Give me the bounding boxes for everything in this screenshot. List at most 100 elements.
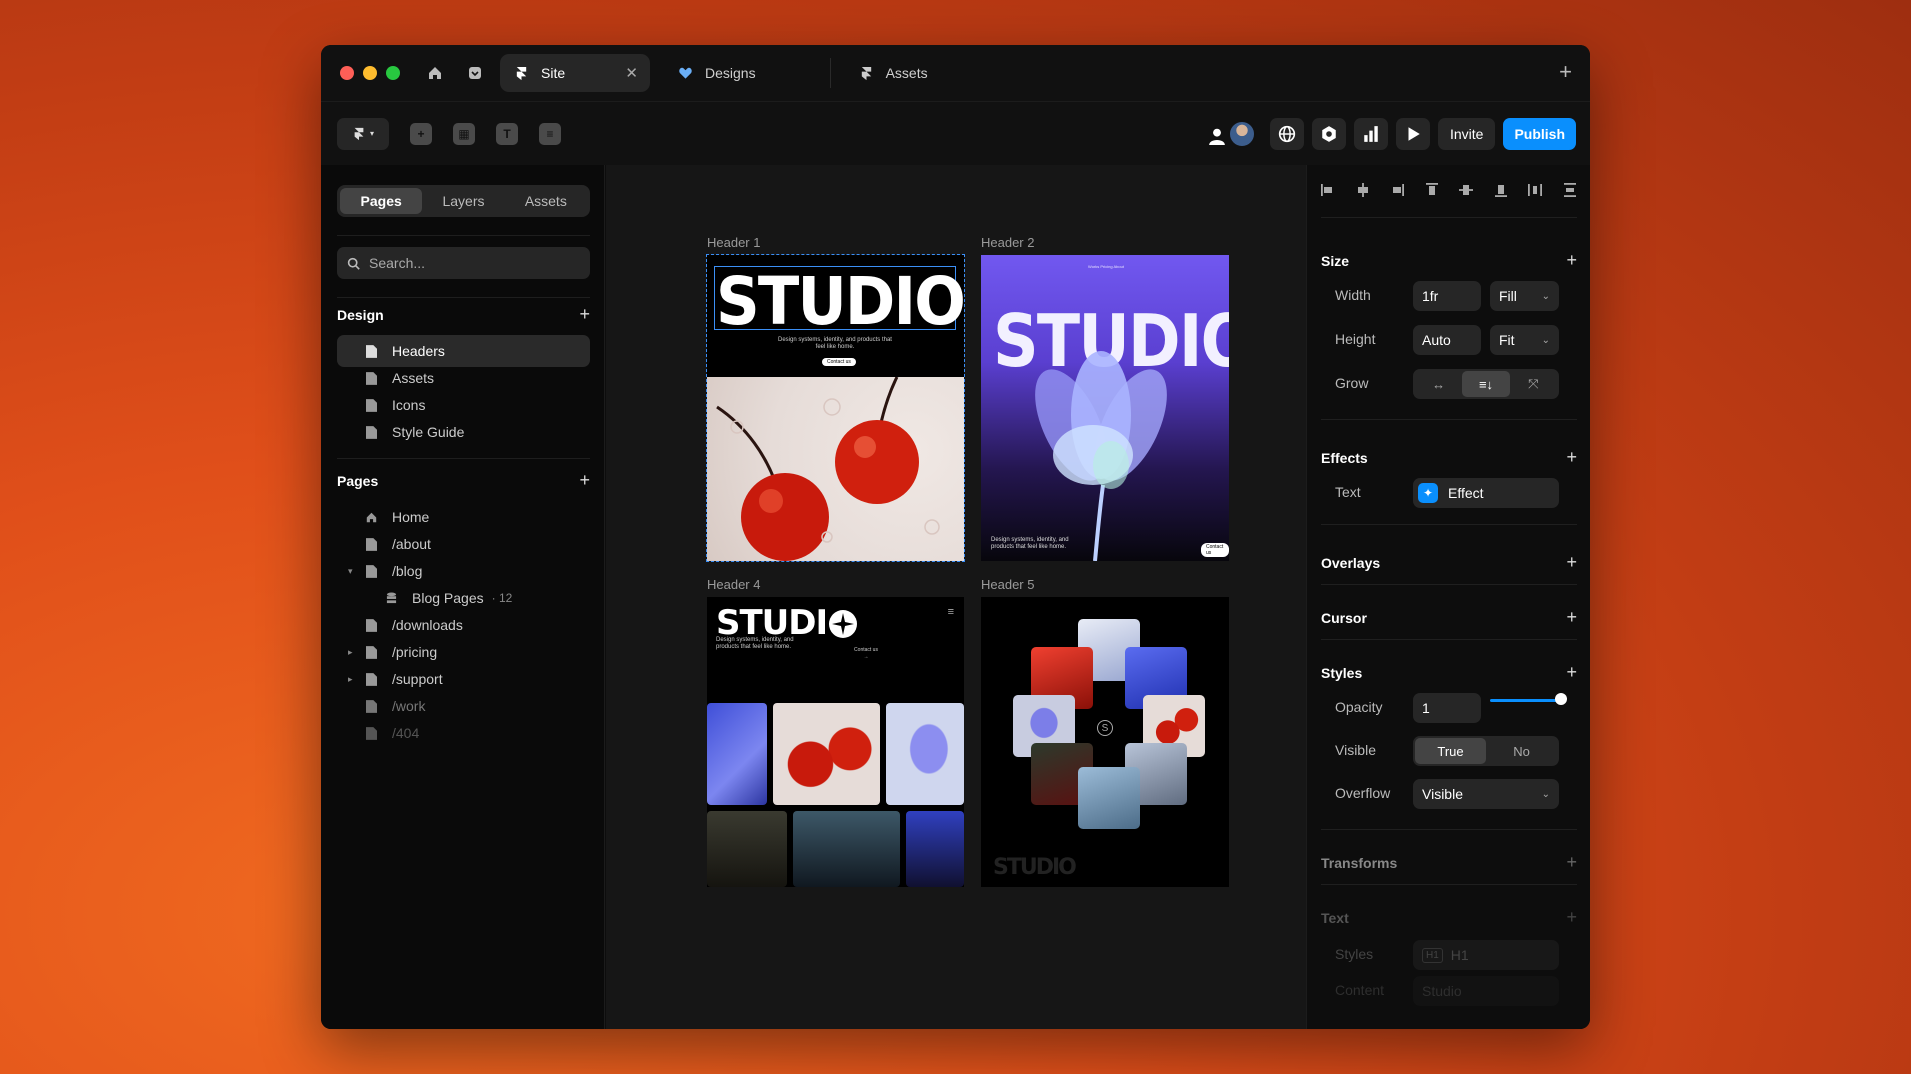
add-design-page-plus-icon[interactable]: +	[579, 305, 590, 323]
frame-header-2[interactable]: Works Pricing About STUDIO Design system…	[981, 255, 1229, 561]
publish-button[interactable]: Publish	[1503, 118, 1576, 150]
chevron-down-icon: ⌄	[1541, 290, 1550, 302]
search-input[interactable]: Search...	[337, 247, 590, 279]
align-left-icon[interactable]	[1321, 183, 1335, 197]
page-item-404[interactable]: /404	[337, 717, 590, 749]
window-controls	[340, 66, 400, 80]
page-icon	[365, 425, 378, 439]
align-right-icon[interactable]	[1390, 183, 1405, 197]
framer-logo-icon	[859, 66, 874, 81]
tab-layers[interactable]: Layers	[422, 188, 504, 214]
main-menu-button[interactable]: ▾	[337, 117, 389, 150]
align-top-icon[interactable]	[1425, 183, 1439, 197]
frame-title[interactable]: STUDIO	[716, 263, 964, 340]
maximize-window-button[interactable]	[386, 66, 400, 80]
effect-field[interactable]: ✦ Effect	[1413, 478, 1559, 508]
width-mode-select[interactable]: Fill ⌄	[1490, 281, 1559, 311]
design-item-style-guide[interactable]: Style Guide	[337, 416, 590, 448]
divider	[1321, 584, 1577, 585]
opacity-slider-handle[interactable]	[1555, 693, 1567, 705]
opacity-label: Opacity	[1335, 699, 1383, 715]
preview-button[interactable]	[1395, 118, 1430, 150]
text-icon[interactable]: T	[496, 122, 518, 145]
effects-text-label: Text	[1335, 484, 1361, 500]
inbox-icon[interactable]	[464, 62, 486, 84]
caret-right-icon[interactable]: ▸	[348, 674, 353, 685]
height-mode-select[interactable]: Fit ⌄	[1490, 325, 1559, 355]
frame-header-5[interactable]: S STUDIO	[981, 597, 1229, 887]
divider	[1321, 419, 1577, 420]
globe-button[interactable]	[1269, 118, 1304, 150]
divider	[1321, 524, 1577, 525]
visible-no-option[interactable]: No	[1486, 738, 1557, 764]
settings-button[interactable]	[1311, 118, 1346, 150]
grow-both-icon[interactable]: ⤧	[1510, 371, 1557, 397]
page-icon	[365, 645, 378, 659]
item-label: /support	[392, 671, 443, 687]
opacity-slider-track[interactable]	[1490, 699, 1560, 702]
add-page-plus-icon[interactable]: +	[579, 471, 590, 489]
canvas[interactable]: Header 1 STUDIO Design systems, identity…	[606, 165, 1306, 1029]
cms-icon[interactable]: ≡	[539, 122, 561, 145]
tab-designs[interactable]: Designs	[664, 54, 770, 92]
new-tab-plus-icon[interactable]: +	[1559, 61, 1572, 83]
align-center-horizontal-icon[interactable]	[1356, 183, 1370, 197]
home-icon[interactable]	[424, 62, 446, 84]
frame-title[interactable]: STUDIO	[993, 855, 1077, 880]
invite-button[interactable]: Invite	[1437, 118, 1496, 150]
search-icon	[347, 257, 360, 270]
text-style-value: H1	[1450, 947, 1469, 963]
cherry-image	[707, 376, 964, 561]
caret-right-icon[interactable]: ▸	[348, 647, 353, 658]
insert-icon[interactable]: +	[410, 122, 432, 145]
tab-separator	[829, 58, 831, 88]
frame-header-4[interactable]: STUDI ≡ Design systems, identity, and pr…	[707, 597, 964, 887]
divider	[337, 297, 590, 298]
minimize-window-button[interactable]	[363, 66, 377, 80]
height-input[interactable]: Auto	[1413, 325, 1481, 355]
close-tab-icon[interactable]: ✕	[625, 64, 638, 82]
align-bottom-icon[interactable]	[1494, 183, 1508, 197]
avatar[interactable]	[1227, 120, 1256, 148]
grow-vertical-icon[interactable]: ≡↓	[1462, 371, 1510, 397]
tab-pages[interactable]: Pages	[340, 188, 423, 214]
distribute-horizontal-icon[interactable]	[1528, 183, 1543, 197]
width-input[interactable]: 1fr	[1413, 281, 1481, 311]
size-section-header: Size +	[1321, 251, 1577, 269]
divider	[1321, 884, 1577, 885]
text-styles-field[interactable]: H1 H1	[1413, 940, 1559, 970]
caret-down-icon[interactable]: ▾	[348, 566, 353, 577]
frame-label: Header 1	[707, 235, 761, 250]
tab-assets[interactable]: Assets	[845, 54, 942, 92]
size-plus-icon[interactable]: +	[1566, 251, 1577, 269]
tab-site[interactable]: Site ✕	[500, 54, 650, 92]
user-icon[interactable]	[1206, 123, 1228, 145]
heart-icon	[678, 66, 693, 81]
overlays-plus-icon[interactable]: +	[1566, 553, 1577, 571]
height-mode-value: Fit	[1499, 332, 1515, 348]
distribute-vertical-icon[interactable]	[1563, 183, 1577, 197]
effects-plus-icon[interactable]: +	[1566, 448, 1577, 466]
frame-cta: Contact us	[1201, 543, 1229, 557]
text-plus-icon[interactable]: +	[1566, 908, 1577, 926]
content-field[interactable]: Studio	[1413, 976, 1559, 1006]
divider	[337, 458, 590, 459]
transforms-plus-icon[interactable]: +	[1566, 853, 1577, 871]
section-title: Overlays	[1321, 555, 1381, 571]
overflow-select[interactable]: Visible ⌄	[1413, 779, 1559, 809]
section-title: Text	[1321, 910, 1349, 926]
grow-horizontal-icon[interactable]: ↔	[1415, 371, 1462, 397]
align-center-vertical-icon[interactable]	[1459, 183, 1474, 197]
tab-assets-panel[interactable]: Assets	[505, 188, 587, 214]
analytics-button[interactable]	[1353, 118, 1388, 150]
cursor-plus-icon[interactable]: +	[1566, 608, 1577, 626]
page-icon	[365, 344, 378, 358]
opacity-input[interactable]: 1	[1413, 693, 1481, 723]
section-title: Pages	[337, 473, 379, 489]
styles-plus-icon[interactable]: +	[1566, 663, 1577, 681]
frame-header-1[interactable]: STUDIO Design systems, identity, and pro…	[706, 254, 965, 562]
layout-icon[interactable]: ▦	[453, 122, 475, 145]
close-window-button[interactable]	[340, 66, 354, 80]
frame-label: Header 4	[707, 577, 761, 592]
visible-true-option[interactable]: True	[1415, 738, 1486, 764]
